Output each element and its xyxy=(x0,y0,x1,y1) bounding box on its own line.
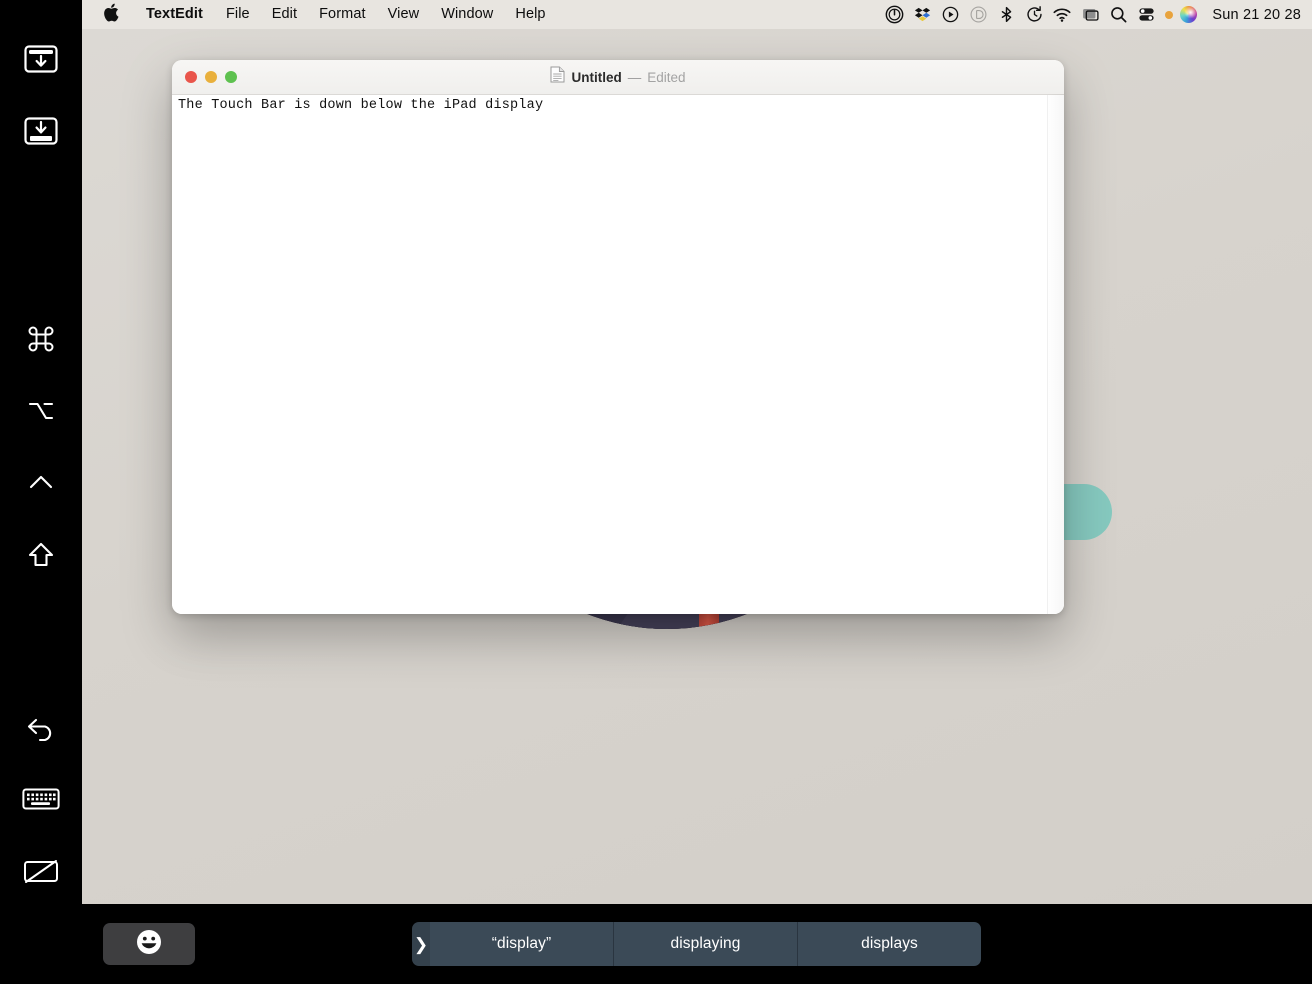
bluetooth-icon[interactable] xyxy=(992,0,1020,29)
window-edited-status: Edited xyxy=(647,69,686,85)
keyboard-icon xyxy=(22,786,60,812)
suggestion-chip-0[interactable]: “display” xyxy=(430,922,614,966)
menu-item-window[interactable]: Window xyxy=(430,0,504,29)
menu-bar-clock[interactable]: Sun 21 20 28 xyxy=(1203,7,1301,23)
control-key-icon xyxy=(25,467,57,499)
duet-display-icon[interactable] xyxy=(964,0,992,29)
minimize-button[interactable] xyxy=(205,71,217,83)
sidebar-item-screen-capture-down[interactable] xyxy=(0,105,82,157)
sidebar-item-window-capture-down[interactable] xyxy=(0,33,82,85)
menu-bar-status-area: Sun 21 20 28 xyxy=(880,0,1312,29)
sidebar-item-control-key[interactable] xyxy=(0,457,82,509)
time-machine-icon[interactable] xyxy=(1020,0,1048,29)
menu-item-file[interactable]: File xyxy=(215,0,261,29)
sidebar-item-shift-key[interactable] xyxy=(0,529,82,581)
window-title-group: Untitled — Edited xyxy=(172,66,1064,88)
play-circle-icon[interactable] xyxy=(936,0,964,29)
apple-menu[interactable] xyxy=(82,3,134,27)
sidebar-item-option-key[interactable] xyxy=(0,385,82,437)
sidebar-item-keyboard[interactable] xyxy=(0,773,82,825)
undo-icon xyxy=(24,714,58,744)
window-title-text: Untitled xyxy=(571,69,622,85)
option-key-icon xyxy=(25,395,57,427)
control-center-icon[interactable] xyxy=(1132,0,1160,29)
menu-item-edit[interactable]: Edit xyxy=(261,0,308,29)
modifier-sidebar xyxy=(0,0,82,984)
screen-off-icon xyxy=(23,857,59,885)
menu-bar: TextEdit File Edit Format View Window He… xyxy=(82,0,1312,29)
zoom-button[interactable] xyxy=(225,71,237,83)
screen-capture-down-icon xyxy=(24,117,58,145)
menu-item-format[interactable]: Format xyxy=(308,0,377,29)
shift-key-icon xyxy=(25,539,57,571)
traffic-light-group xyxy=(172,71,237,83)
menu-item-help[interactable]: Help xyxy=(504,0,556,29)
textedit-window[interactable]: Untitled — Edited The Touch Bar is down … xyxy=(172,60,1064,614)
window-right-shade xyxy=(1046,94,1064,614)
spotlight-search-icon[interactable] xyxy=(1104,0,1132,29)
close-button[interactable] xyxy=(185,71,197,83)
suggestion-chip-1[interactable]: displaying xyxy=(614,922,798,966)
apple-logo-icon xyxy=(103,3,119,27)
touch-bar-left-group xyxy=(103,922,195,966)
document-icon xyxy=(550,66,565,88)
do-not-disturb-icon[interactable] xyxy=(880,0,908,29)
wifi-icon[interactable] xyxy=(1048,0,1076,29)
smiley-face-icon xyxy=(136,929,162,960)
menu-item-view[interactable]: View xyxy=(377,0,431,29)
document-text-area[interactable]: The Touch Bar is down below the iPad dis… xyxy=(172,95,1064,614)
document-body-text[interactable]: The Touch Bar is down below the iPad dis… xyxy=(178,98,543,113)
recording-indicator-dot xyxy=(1165,10,1174,19)
emoji-picker-button[interactable] xyxy=(103,923,195,965)
screen-sharing-icon[interactable] xyxy=(1076,0,1104,29)
menu-item-app-name[interactable]: TextEdit xyxy=(134,0,215,29)
window-title-separator: — xyxy=(627,69,642,85)
touch-bar: ❯ “display” displaying displays xyxy=(82,904,1312,984)
suggestion-chip-2[interactable]: displays xyxy=(798,922,981,966)
sidebar-item-undo[interactable] xyxy=(0,703,82,755)
window-capture-down-icon xyxy=(24,45,58,73)
suggestion-expand-chevron-icon[interactable]: ❯ xyxy=(412,922,430,966)
command-key-icon xyxy=(25,323,57,355)
sidebar-item-screen-off[interactable] xyxy=(0,845,82,897)
siri-orb-icon[interactable] xyxy=(1180,6,1198,23)
screen-root: TextEdit File Edit Format View Window He… xyxy=(0,0,1312,984)
sidebar-item-command-key[interactable] xyxy=(0,313,82,365)
menu-bar-left: TextEdit File Edit Format View Window He… xyxy=(82,0,557,29)
touch-bar-suggestion-bar: ❯ “display” displaying displays xyxy=(412,922,981,966)
window-title-bar[interactable]: Untitled — Edited xyxy=(172,60,1064,95)
dropbox-icon[interactable] xyxy=(908,0,936,29)
